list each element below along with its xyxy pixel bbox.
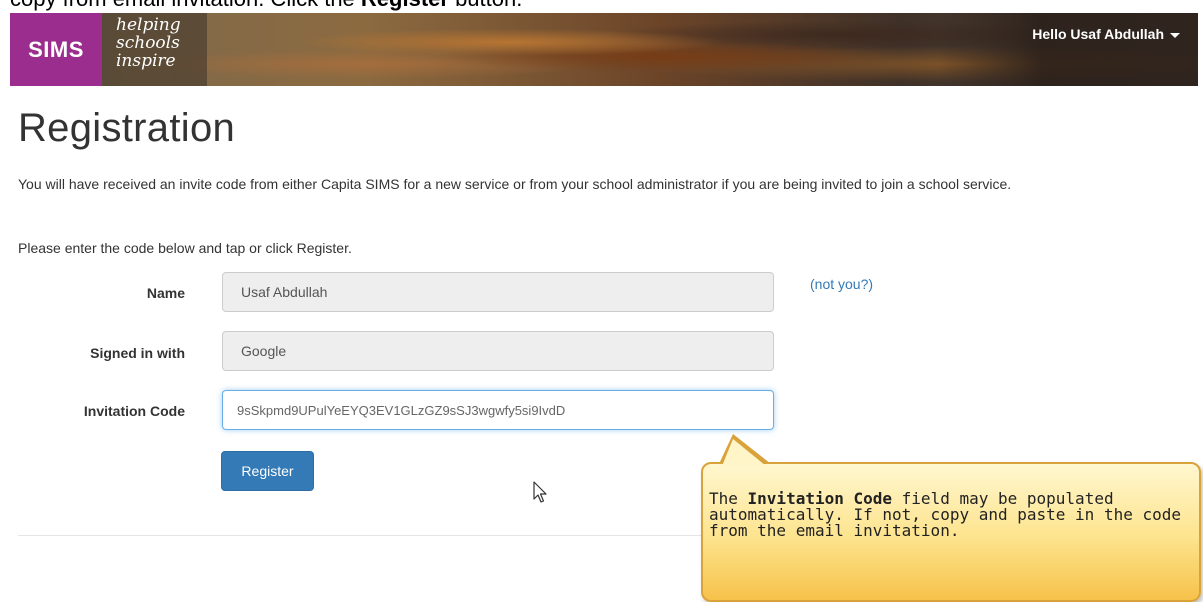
page-title: Registration [18,106,236,150]
invitation-code-input[interactable] [222,390,774,430]
not-you-link[interactable]: (not you?) [810,276,873,292]
header-banner: SIMS helping schools inspire Hello Usaf … [10,13,1198,86]
caption-button-name: Register [361,0,449,11]
tagline-line: inspire [116,51,176,71]
user-menu[interactable]: Hello Usaf Abdullah [1032,26,1180,42]
signed-in-field[interactable] [222,331,774,371]
callout-text: The Invitation Code field may be populat… [709,489,1182,540]
intro-text: You will have received an invite code fr… [18,176,1012,192]
help-callout: The Invitation Code field may be populat… [701,434,1203,602]
invitation-code-label: Invitation Code [83,403,185,419]
user-greeting: Hello Usaf Abdullah [1032,26,1164,42]
caption-text-end: button. [449,0,522,11]
instruction-text: Please enter the code below and tap or c… [18,240,352,256]
caret-down-icon [1170,32,1180,38]
name-field[interactable] [222,272,774,312]
tagline-line: schools [116,33,180,53]
caption-text: copy from email invitation. Click the [10,0,361,11]
register-button[interactable]: Register [221,451,314,491]
name-label: Name [146,285,185,301]
divider [18,535,718,536]
sims-logo[interactable]: SIMS [10,13,102,86]
tagline-line: helping [116,15,181,35]
instruction-caption: copy from email invitation. Click the Re… [0,0,1203,13]
tagline: helping schools inspire [102,13,207,86]
mouse-cursor-icon [533,481,547,503]
signed-in-label: Signed in with [90,345,185,361]
